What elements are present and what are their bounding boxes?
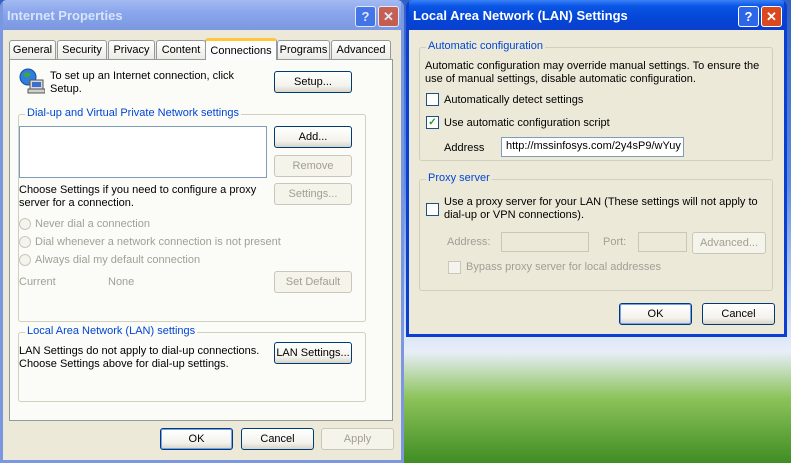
lan-group-label: Local Area Network (LAN) settings <box>25 325 198 337</box>
auto-detect-checkbox[interactable] <box>426 93 439 106</box>
lan-text-line2: Choose Settings above for dial-up settin… <box>19 358 229 370</box>
setup-description: To set up an Internet connection, click … <box>50 70 235 95</box>
check-icon: ✓ <box>428 117 437 128</box>
radio-always-dial-label: Always dial my default connection <box>35 254 201 266</box>
tab-privacy[interactable]: Privacy <box>108 40 155 59</box>
lan-titlebar[interactable]: Local Area Network (LAN) Settings ? ✕ <box>409 0 784 30</box>
dialup-connections-list[interactable] <box>19 126 267 178</box>
script-address-input[interactable]: http://mssinfosys.com/2y4sP9/wYuy <box>501 137 684 157</box>
help-icon[interactable]: ? <box>738 6 759 27</box>
use-proxy-label: Use a proxy server for your LAN (These s… <box>444 196 758 221</box>
use-proxy-checkbox[interactable] <box>426 203 439 216</box>
lan-ok-button[interactable]: OK <box>619 303 692 325</box>
proxy-hint-text: Choose Settings if you need to configure… <box>19 184 257 209</box>
set-default-button[interactable]: Set Default <box>274 271 352 293</box>
tab-security[interactable]: Security <box>57 40 107 59</box>
dialup-group-label: Dial-up and Virtual Private Network sett… <box>25 107 241 119</box>
proxy-port-input[interactable] <box>638 232 687 252</box>
tab-programs[interactable]: Programs <box>277 40 330 59</box>
globe-computer-icon <box>19 68 46 94</box>
auto-detect-label: Automatically detect settings <box>444 94 584 106</box>
use-script-checkbox[interactable]: ✓ <box>426 116 439 129</box>
tab-content[interactable]: Content <box>156 40 206 59</box>
radio-never-dial[interactable] <box>19 218 31 230</box>
ie-cancel-button[interactable]: Cancel <box>241 428 314 450</box>
auto-config-description: Automatic configuration may override man… <box>425 60 760 85</box>
tab-connections[interactable]: Connections <box>205 38 277 60</box>
current-label: Current <box>19 276 56 288</box>
internet-properties-window: Internet Properties ? ✕ General Security… <box>0 0 404 463</box>
lan-cancel-button[interactable]: Cancel <box>702 303 775 325</box>
radio-always-dial[interactable] <box>19 254 31 266</box>
remove-button[interactable]: Remove <box>274 155 352 177</box>
lan-text-line1: LAN Settings do not apply to dial-up con… <box>19 345 260 357</box>
close-icon[interactable]: ✕ <box>378 6 399 27</box>
tab-general[interactable]: General <box>9 40 56 59</box>
ie-titlebar[interactable]: Internet Properties ? ✕ <box>3 0 401 30</box>
bypass-local-checkbox[interactable] <box>448 261 461 274</box>
use-script-label: Use automatic configuration script <box>444 117 610 129</box>
proxy-group-label: Proxy server <box>426 172 492 184</box>
radio-dial-whenever[interactable] <box>19 236 31 248</box>
connections-panel: To set up an Internet connection, click … <box>9 59 393 421</box>
current-value: None <box>108 276 135 288</box>
lan-settings-window: Local Area Network (LAN) Settings ? ✕ Au… <box>406 0 787 337</box>
close-icon[interactable]: ✕ <box>761 6 782 27</box>
add-button[interactable]: Add... <box>274 126 352 148</box>
lan-client-area: Automatic configuration Automatic config… <box>409 30 784 334</box>
ie-ok-button[interactable]: OK <box>160 428 233 450</box>
proxy-address-label: Address: <box>447 236 491 248</box>
radio-never-dial-label: Never dial a connection <box>35 218 150 230</box>
auto-config-label: Automatic configuration <box>426 40 545 52</box>
help-icon[interactable]: ? <box>355 6 376 27</box>
advanced-button[interactable]: Advanced... <box>692 232 766 254</box>
proxy-port-label: Port: <box>603 236 627 248</box>
setup-button[interactable]: Setup... <box>274 71 352 93</box>
lan-window-title: Local Area Network (LAN) Settings <box>413 7 628 23</box>
ie-window-title: Internet Properties <box>7 7 123 23</box>
ie-apply-button[interactable]: Apply <box>321 428 394 450</box>
bypass-local-label: Bypass proxy server for local addresses <box>466 261 662 273</box>
address-label: Address <box>444 142 485 154</box>
radio-dial-whenever-label: Dial whenever a network connection is no… <box>35 236 281 248</box>
ie-client-area: General Security Privacy Content Connect… <box>3 30 401 460</box>
lan-settings-button[interactable]: LAN Settings... <box>274 342 352 364</box>
settings-button[interactable]: Settings... <box>274 183 352 205</box>
tab-advanced[interactable]: Advanced <box>331 40 391 59</box>
proxy-address-input[interactable] <box>501 232 589 252</box>
